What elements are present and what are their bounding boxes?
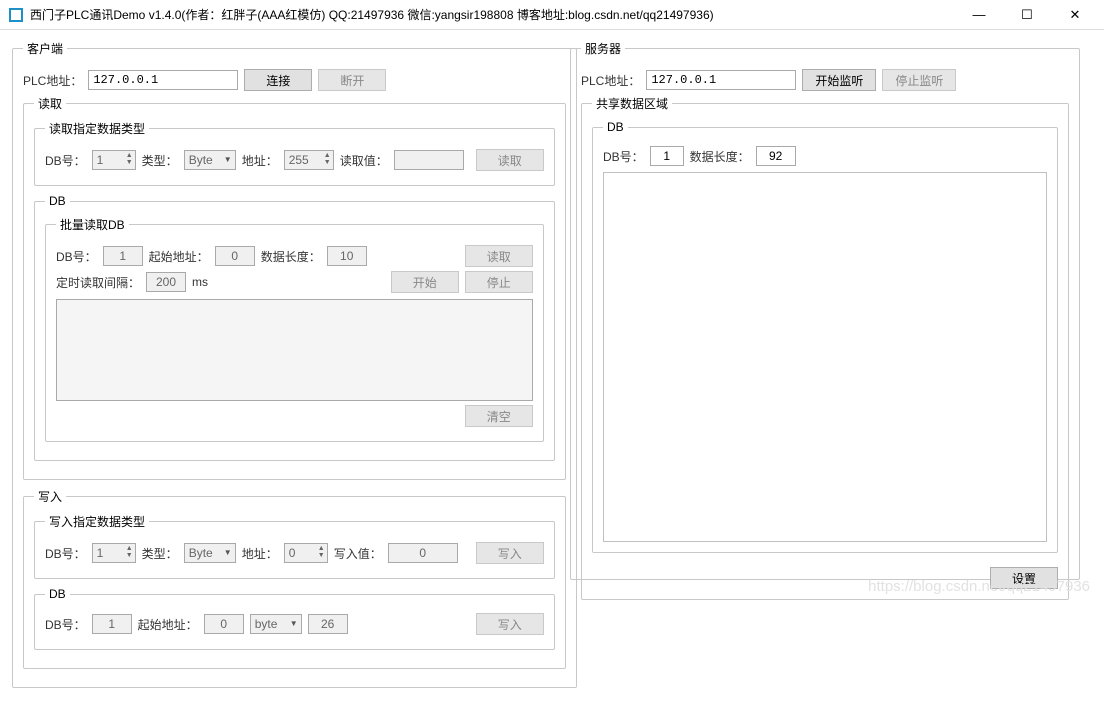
spinner-arrows-icon: ▲▼ [126,545,133,559]
write-typed-db-label: DB号： [45,545,86,562]
server-db-legend: DB [603,120,628,134]
read-typed-addr-label: 地址： [242,152,278,169]
write-db-type-combo[interactable]: byte ▼ [250,614,302,634]
batch-read-db-group: 批量读取DB DB号： 起始地址： 数据长度： 读取 定时 [45,216,544,442]
shared-data-group: 共享数据区域 DB DB号： 数据长度： 设置 [581,95,1069,600]
read-db-legend: DB [45,194,70,208]
start-listen-button[interactable]: 开始监听 [802,69,876,91]
client-legend: 客户端 [23,40,67,57]
read-typed-type-label: 类型： [142,152,178,169]
write-db-legend: DB [45,587,70,601]
read-typed-db-label: DB号： [45,152,86,169]
batch-start-input[interactable] [215,246,255,266]
read-output-textarea[interactable] [56,299,533,401]
write-typed-db-spinner[interactable]: 1 ▲▼ [92,543,136,563]
read-typed-addr-spinner[interactable]: 255 ▲▼ [284,150,334,170]
read-group: 读取 读取指定数据类型 DB号： 1 ▲▼ 类型： Byte ▼ [23,95,566,480]
chevron-down-icon: ▼ [224,548,232,557]
server-len-label: 数据长度： [690,148,750,165]
client-plc-addr-label: PLC地址： [23,72,82,89]
title-bar: 西门子PLC通讯Demo v1.4.0(作者：红胖子(AAA红模仿) QQ:21… [0,0,1104,30]
client-group: 客户端 PLC地址： 连接 断开 读取 读取指定数据类型 DB号： 1 [12,40,577,688]
server-data-area[interactable] [603,172,1047,542]
timer-start-button[interactable]: 开始 [391,271,459,293]
minimize-button[interactable]: — [964,7,994,23]
write-group: 写入 写入指定数据类型 DB号： 1 ▲▼ 类型： Byte ▼ [23,488,566,669]
spinner-arrows-icon: ▲▼ [324,152,331,166]
server-plc-addr-input[interactable] [646,70,796,90]
write-typed-val-input[interactable] [388,543,458,563]
write-typed-addr-spinner[interactable]: 0 ▲▼ [284,543,328,563]
write-db-group: DB DB号： 起始地址： byte ▼ 写入 [34,587,555,650]
server-db-label: DB号： [603,148,644,165]
server-db-input[interactable] [650,146,684,166]
shared-data-legend: 共享数据区域 [592,95,672,112]
client-plc-addr-input[interactable] [88,70,238,90]
read-typed-legend: 读取指定数据类型 [45,120,149,137]
write-typed-legend: 写入指定数据类型 [45,513,149,530]
write-typed-type-label: 类型： [142,545,178,562]
chevron-down-icon: ▼ [224,155,232,164]
write-db-db-label: DB号： [45,616,86,633]
interval-input[interactable] [146,272,186,292]
interval-unit: ms [192,275,208,289]
server-len-input[interactable] [756,146,796,166]
read-typed-type-combo[interactable]: Byte ▼ [184,150,236,170]
write-typed-val-label: 写入值： [334,545,382,562]
stop-listen-button[interactable]: 停止监听 [882,69,956,91]
server-plc-addr-label: PLC地址： [581,72,640,89]
connect-button[interactable]: 连接 [244,69,312,91]
read-db-group: DB 批量读取DB DB号： 起始地址： 数据长度： 读取 [34,194,555,461]
batch-len-label: 数据长度： [261,248,321,265]
timer-stop-button[interactable]: 停止 [465,271,533,293]
disconnect-button[interactable]: 断开 [318,69,386,91]
write-db-db-input[interactable] [92,614,132,634]
read-legend: 读取 [34,95,66,112]
spinner-arrows-icon: ▲▼ [126,152,133,166]
batch-db-label: DB号： [56,248,97,265]
batch-db-input[interactable] [103,246,143,266]
write-typed-type-combo[interactable]: Byte ▼ [184,543,236,563]
read-typed-button[interactable]: 读取 [476,149,544,171]
server-set-button[interactable]: 设置 [990,567,1058,589]
batch-read-button[interactable]: 读取 [465,245,533,267]
read-typed-group: 读取指定数据类型 DB号： 1 ▲▼ 类型： Byte ▼ 地址： [34,120,555,186]
batch-len-input[interactable] [327,246,367,266]
server-legend: 服务器 [581,40,625,57]
write-db-start-label: 起始地址： [138,616,198,633]
app-icon [8,7,24,23]
spinner-arrows-icon: ▲▼ [318,545,325,559]
batch-start-label: 起始地址： [149,248,209,265]
window-title: 西门子PLC通讯Demo v1.4.0(作者：红胖子(AAA红模仿) QQ:21… [30,6,964,23]
write-typed-button[interactable]: 写入 [476,542,544,564]
maximize-button[interactable]: ☐ [1012,7,1042,23]
write-typed-addr-label: 地址： [242,545,278,562]
chevron-down-icon: ▼ [290,619,298,628]
write-db-extra-input[interactable] [308,614,348,634]
read-typed-val-label: 读取值： [340,152,388,169]
write-typed-group: 写入指定数据类型 DB号： 1 ▲▼ 类型： Byte ▼ 地址： [34,513,555,579]
clear-button[interactable]: 清空 [465,405,533,427]
write-db-start-input[interactable] [204,614,244,634]
server-group: 服务器 PLC地址： 开始监听 停止监听 共享数据区域 DB DB号： 数据长度… [570,40,1080,580]
write-legend: 写入 [34,488,66,505]
write-db-button[interactable]: 写入 [476,613,544,635]
interval-label: 定时读取间隔： [56,274,140,291]
close-button[interactable]: ✕ [1060,7,1090,23]
server-db-group: DB DB号： 数据长度： [592,120,1058,553]
batch-read-db-legend: 批量读取DB [56,216,129,233]
read-typed-db-spinner[interactable]: 1 ▲▼ [92,150,136,170]
read-typed-val-input [394,150,464,170]
